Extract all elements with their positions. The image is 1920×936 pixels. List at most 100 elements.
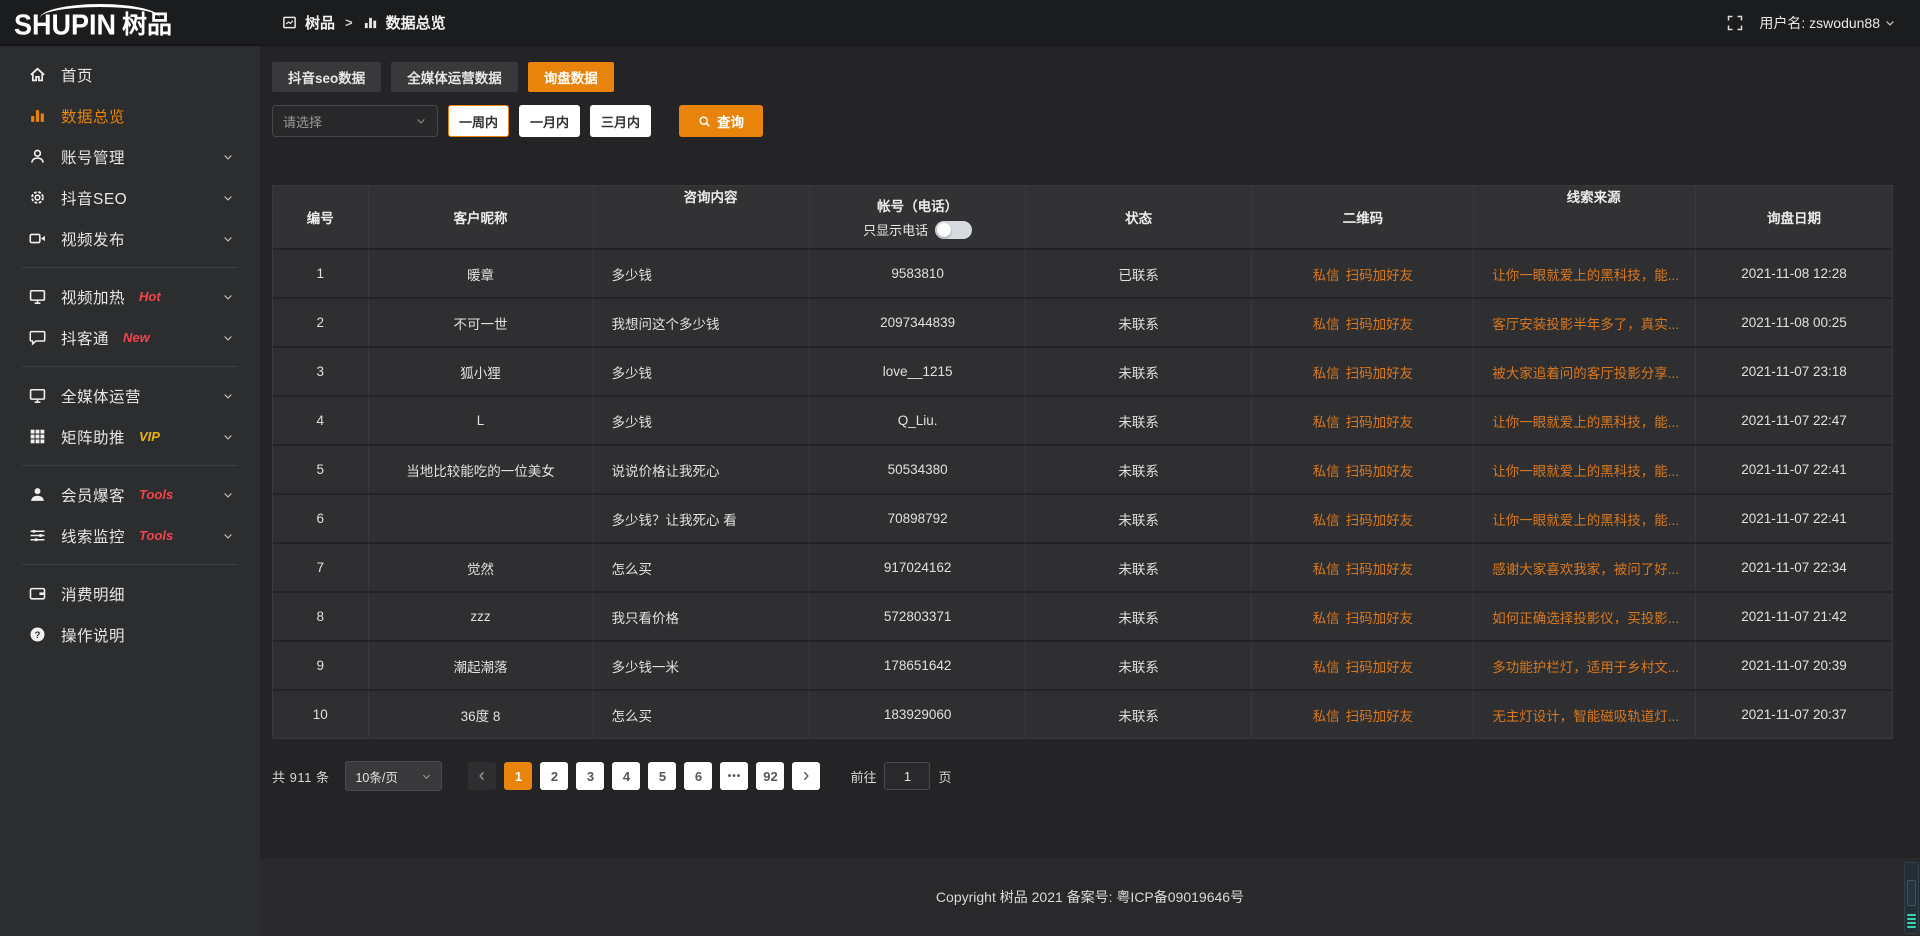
page-size-value: 10条/页 bbox=[355, 767, 397, 786]
floating-widget[interactable] bbox=[1904, 862, 1919, 934]
scan-add-friend-link[interactable]: 扫码加好友 bbox=[1346, 411, 1414, 431]
query-button[interactable]: 查询 bbox=[679, 105, 763, 137]
sidebar-item-2[interactable]: 数据总览 bbox=[0, 95, 260, 136]
row-number: 1 bbox=[273, 250, 369, 297]
inquiry-date: 2021-11-08 12:28 bbox=[1696, 250, 1892, 297]
search-icon bbox=[698, 115, 711, 128]
status-label: 已联系 bbox=[1026, 250, 1253, 297]
private-message-link[interactable]: 私信 bbox=[1313, 558, 1340, 578]
sidebar-item-label: 数据总览 bbox=[61, 105, 125, 127]
account-phone: 917024162 bbox=[810, 544, 1025, 591]
customer-nickname: 狐小狸 bbox=[369, 348, 594, 395]
tab-3[interactable]: 询盘数据 bbox=[528, 62, 614, 92]
private-message-link[interactable]: 私信 bbox=[1313, 313, 1340, 333]
lead-source-cell: 无主灯设计，智能磁吸轨道灯... bbox=[1474, 691, 1696, 738]
goto-page-input[interactable] bbox=[884, 762, 930, 790]
lead-source-link[interactable]: 让你一眼就爱上的黑科技，能... bbox=[1492, 460, 1679, 480]
sidebar-item-8[interactable]: 全媒体运营 bbox=[0, 375, 260, 416]
breadcrumb-current: 数据总览 bbox=[386, 12, 446, 33]
chevron-down-icon bbox=[222, 390, 234, 402]
pagination: 共 911 条 10条/页 123456•••92 前往 页 bbox=[272, 761, 1893, 791]
lead-source-link[interactable]: 如何正确选择投影仪，买投影... bbox=[1492, 607, 1679, 627]
scan-add-friend-link[interactable]: 扫码加好友 bbox=[1346, 313, 1414, 333]
scan-add-friend-link[interactable]: 扫码加好友 bbox=[1346, 705, 1414, 725]
customer-nickname: 潮起潮落 bbox=[369, 642, 594, 689]
sidebar-item-label: 抖音SEO bbox=[61, 187, 127, 209]
sidebar-item-6[interactable]: 视频加热Hot bbox=[0, 276, 260, 317]
next-page-button[interactable] bbox=[792, 762, 820, 790]
sidebar-nav: 首页数据总览账号管理抖音SEO 视频发布视频加热Hot抖客通New 全媒体运营矩阵助… bbox=[0, 54, 260, 655]
lead-source-link[interactable]: 被大家追着问的客厅投影分享... bbox=[1492, 362, 1679, 382]
sidebar-item-11[interactable]: 线索监控Tools bbox=[0, 515, 260, 556]
sidebar-item-10[interactable]: 会员爆客Tools bbox=[0, 474, 260, 515]
goto-label: 前往 bbox=[850, 767, 876, 786]
column-header: 咨询内容 bbox=[594, 186, 811, 248]
sidebar-item-1[interactable]: 首页 bbox=[0, 54, 260, 95]
status-label: 未联系 bbox=[1026, 642, 1253, 689]
scan-add-friend-link[interactable]: 扫码加好友 bbox=[1346, 558, 1414, 578]
scan-add-friend-link[interactable]: 扫码加好友 bbox=[1346, 362, 1414, 382]
sidebar-item-4[interactable]: 抖音SEO bbox=[0, 177, 260, 218]
inquiry-content: 多少钱一米 bbox=[594, 642, 811, 689]
filter-select[interactable]: 请选择 bbox=[272, 105, 438, 137]
private-message-link[interactable]: 私信 bbox=[1313, 460, 1340, 480]
private-message-link[interactable]: 私信 bbox=[1313, 607, 1340, 627]
period-button-2[interactable]: 一月内 bbox=[519, 105, 580, 137]
sidebar-item-9[interactable]: 矩阵助推VIP bbox=[0, 416, 260, 457]
lead-source-link[interactable]: 让你一眼就爱上的黑科技，能... bbox=[1492, 509, 1679, 529]
scan-add-friend-link[interactable]: 扫码加好友 bbox=[1346, 656, 1414, 676]
lead-source-link[interactable]: 让你一眼就爱上的黑科技，能... bbox=[1492, 411, 1679, 431]
page-button-4[interactable]: 4 bbox=[612, 762, 640, 790]
period-button-3[interactable]: 三月内 bbox=[590, 105, 651, 137]
lead-source-link[interactable]: 让你一眼就爱上的黑科技，能... bbox=[1492, 264, 1679, 284]
qr-code-cell: 私信扫码加好友 bbox=[1252, 495, 1474, 542]
column-header: 询盘日期 bbox=[1696, 186, 1892, 248]
scan-add-friend-link[interactable]: 扫码加好友 bbox=[1346, 509, 1414, 529]
screen-icon bbox=[29, 288, 46, 305]
breadcrumb-home[interactable]: 树品 bbox=[305, 12, 335, 33]
private-message-link[interactable]: 私信 bbox=[1313, 411, 1340, 431]
sidebar-item-13[interactable]: ?操作说明 bbox=[0, 614, 260, 655]
status-label: 未联系 bbox=[1026, 495, 1253, 542]
table-header-row: 编号客户昵称咨询内容帐号（电话）只显示电话状态二维码线索来源询盘日期 bbox=[273, 186, 1892, 248]
page-button-92[interactable]: 92 bbox=[756, 762, 784, 790]
sidebar-item-7[interactable]: 抖客通New bbox=[0, 317, 260, 358]
sidebar-item-12[interactable]: 消费明细 bbox=[0, 573, 260, 614]
page-buttons: 123456 ••• 92 bbox=[504, 762, 784, 790]
fullscreen-icon[interactable] bbox=[1727, 15, 1743, 31]
page-size-select[interactable]: 10条/页 bbox=[345, 761, 442, 791]
lead-source-link[interactable]: 无主灯设计，智能磁吸轨道灯... bbox=[1492, 705, 1679, 725]
lead-source-link[interactable]: 客厅安装投影半年多了，真实... bbox=[1492, 313, 1679, 333]
row-number: 9 bbox=[273, 642, 369, 689]
qr-code-cell: 私信扫码加好友 bbox=[1252, 593, 1474, 640]
private-message-link[interactable]: 私信 bbox=[1313, 362, 1340, 382]
page-ellipsis-button[interactable]: ••• bbox=[720, 762, 748, 790]
tab-2[interactable]: 全媒体运营数据 bbox=[391, 62, 518, 92]
column-header: 编号 bbox=[273, 186, 369, 248]
private-message-link[interactable]: 私信 bbox=[1313, 705, 1340, 725]
sidebar-item-label: 账号管理 bbox=[61, 146, 125, 168]
user-menu[interactable]: 用户名: zswodun88 bbox=[1759, 13, 1896, 33]
inquiry-content: 我想问这个多少钱 bbox=[594, 299, 811, 346]
private-message-link[interactable]: 私信 bbox=[1313, 656, 1340, 676]
page-button-2[interactable]: 2 bbox=[540, 762, 568, 790]
scan-add-friend-link[interactable]: 扫码加好友 bbox=[1346, 264, 1414, 284]
page-button-6[interactable]: 6 bbox=[684, 762, 712, 790]
page-button-3[interactable]: 3 bbox=[576, 762, 604, 790]
page-button-1[interactable]: 1 bbox=[504, 762, 532, 790]
scan-add-friend-link[interactable]: 扫码加好友 bbox=[1346, 460, 1414, 480]
prev-page-button[interactable] bbox=[468, 762, 496, 790]
private-message-link[interactable]: 私信 bbox=[1313, 264, 1340, 284]
page-button-5[interactable]: 5 bbox=[648, 762, 676, 790]
sidebar-item-3[interactable]: 账号管理 bbox=[0, 136, 260, 177]
lead-source-link[interactable]: 多功能护栏灯，适用于乡村文... bbox=[1492, 656, 1679, 676]
sidebar-item-5[interactable]: 视频发布 bbox=[0, 218, 260, 259]
lead-source-link[interactable]: 感谢大家喜欢我家，被问了好... bbox=[1492, 558, 1679, 578]
scan-add-friend-link[interactable]: 扫码加好友 bbox=[1346, 607, 1414, 627]
tab-1[interactable]: 抖音seo数据 bbox=[272, 62, 381, 92]
phone-only-toggle[interactable] bbox=[935, 221, 972, 239]
inquiry-content: 说说价格让我死心 bbox=[594, 446, 811, 493]
private-message-link[interactable]: 私信 bbox=[1313, 509, 1340, 529]
gear-icon bbox=[29, 189, 46, 206]
period-button-1[interactable]: 一周内 bbox=[448, 105, 509, 137]
